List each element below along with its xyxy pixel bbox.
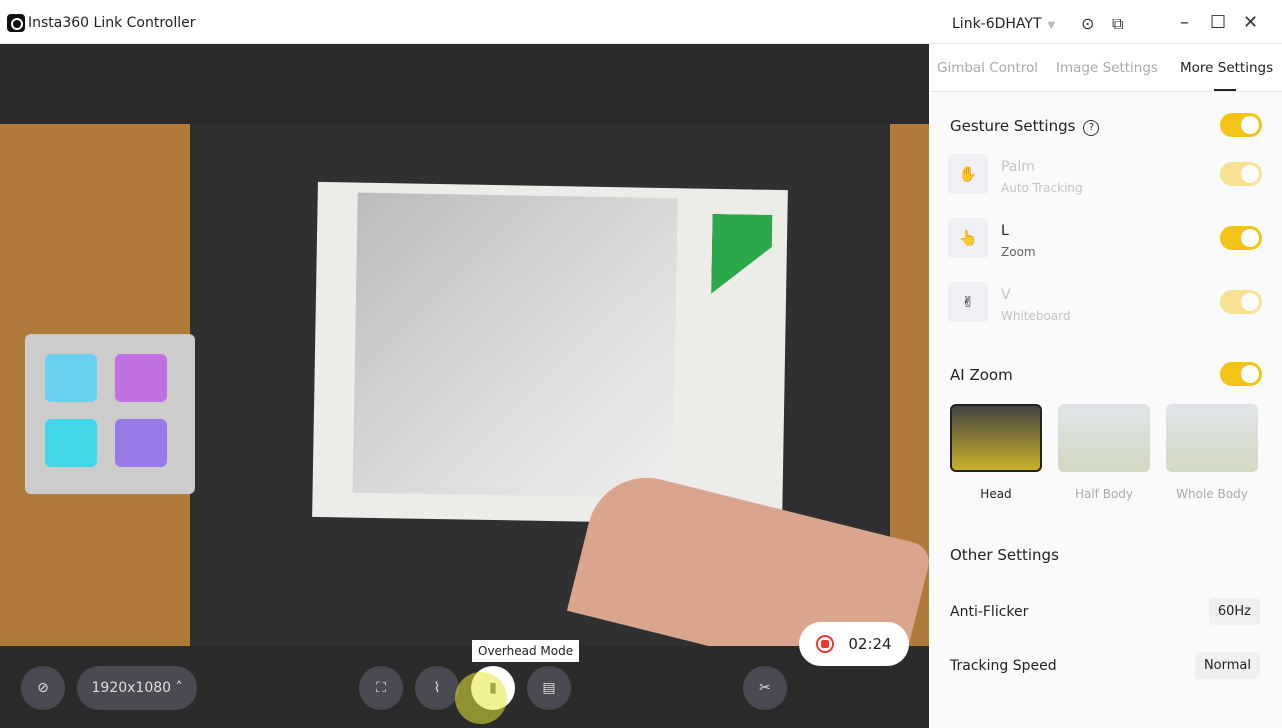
v-gesture-icon: ✌ (948, 282, 988, 322)
tracking-speed-select[interactable]: Normal (1194, 652, 1260, 679)
gesture-title: Gesture Settings (950, 117, 1076, 135)
other-settings-heading: Other Settings (950, 546, 1059, 564)
more-options-icon[interactable]: ⊙ (1081, 14, 1094, 33)
l-gesture-icon: 👆 (948, 218, 988, 258)
anti-flicker-label: Anti-Flicker (950, 604, 1029, 620)
face-tracking-button[interactable]: ⛶ (359, 666, 403, 710)
tab-more-settings[interactable]: More Settings (1180, 60, 1273, 76)
settings-panel: Gimbal Control Image Settings More Setti… (930, 44, 1282, 728)
v-gesture-toggle[interactable] (1220, 290, 1262, 314)
desk-mode-button[interactable]: ▤ (527, 666, 571, 710)
head-mode-thumbnail[interactable] (950, 404, 1042, 472)
palm-icon: ✋ (948, 154, 988, 194)
record-time: 02:24 (848, 635, 892, 653)
chevron-down-icon: ▼ (1047, 20, 1056, 31)
gesture-settings-heading: Gesture Settings? (950, 117, 1100, 136)
gesture-name: Palm (1001, 159, 1035, 175)
help-icon[interactable]: ? (1083, 120, 1100, 136)
app-title: Insta360 Link Controller (28, 15, 196, 31)
launchpad-device (25, 334, 195, 494)
close-button[interactable]: ✕ (1243, 12, 1258, 33)
gesture-name: L (1001, 223, 1009, 239)
resolution-selector[interactable]: 1920x1080 ˄ (77, 666, 197, 710)
preview-area: ⊘ 1920x1080 ˄ ⛶ ⌇ ▮ ▤ ✂ (0, 44, 929, 728)
camera-off-button[interactable]: ⊘ (21, 666, 65, 710)
ai-zoom-heading: AI Zoom (950, 366, 1013, 384)
gesture-desc: Auto Tracking (1001, 181, 1083, 195)
cursor-highlight (455, 672, 507, 724)
title-bar: Insta360 Link Controller Link-6DHAYT ▼ ⊙ … (0, 0, 1282, 44)
gesture-desc: Whiteboard (1001, 309, 1071, 323)
gesture-settings-toggle[interactable] (1220, 113, 1262, 137)
gesture-desc: Zoom (1001, 245, 1036, 259)
whiteboard-mode-button[interactable]: ⌇ (415, 666, 459, 710)
ai-zoom-toggle[interactable] (1220, 362, 1262, 386)
gesture-name: V (1001, 287, 1011, 303)
anti-flicker-select[interactable]: 60Hz (1208, 598, 1260, 625)
palm-toggle[interactable] (1220, 162, 1262, 186)
mode-label: Head (980, 487, 1012, 501)
tab-gimbal-control[interactable]: Gimbal Control (937, 60, 1038, 76)
sketch-paper (312, 181, 788, 526)
active-tab-indicator (1214, 89, 1236, 91)
record-icon (816, 635, 835, 653)
record-button[interactable]: 02:24 (799, 622, 909, 666)
snapshot-button[interactable]: ✂ (743, 666, 787, 710)
mode-label: Whole Body (1176, 487, 1248, 501)
device-selector[interactable]: Link-6DHAYT ▼ (952, 16, 1055, 32)
resolution-value: 1920x1080 (91, 680, 172, 696)
minimize-button[interactable]: – (1180, 12, 1189, 33)
picture-in-picture-icon[interactable]: ⧉ (1112, 14, 1123, 34)
mode-label: Half Body (1074, 487, 1134, 501)
maximize-button[interactable]: ☐ (1210, 12, 1226, 33)
l-gesture-toggle[interactable] (1220, 226, 1262, 250)
camera-preview (0, 124, 929, 646)
half-body-mode-thumbnail[interactable] (1058, 404, 1150, 472)
device-name: Link-6DHAYT (952, 16, 1042, 32)
tracking-speed-label: Tracking Speed (950, 658, 1057, 674)
whole-body-mode-thumbnail[interactable] (1166, 404, 1258, 472)
tab-bar: Gimbal Control Image Settings More Setti… (930, 44, 1282, 92)
app-logo-icon (7, 14, 25, 32)
tooltip: Overhead Mode (472, 640, 580, 662)
tab-image-settings[interactable]: Image Settings (1056, 60, 1158, 76)
